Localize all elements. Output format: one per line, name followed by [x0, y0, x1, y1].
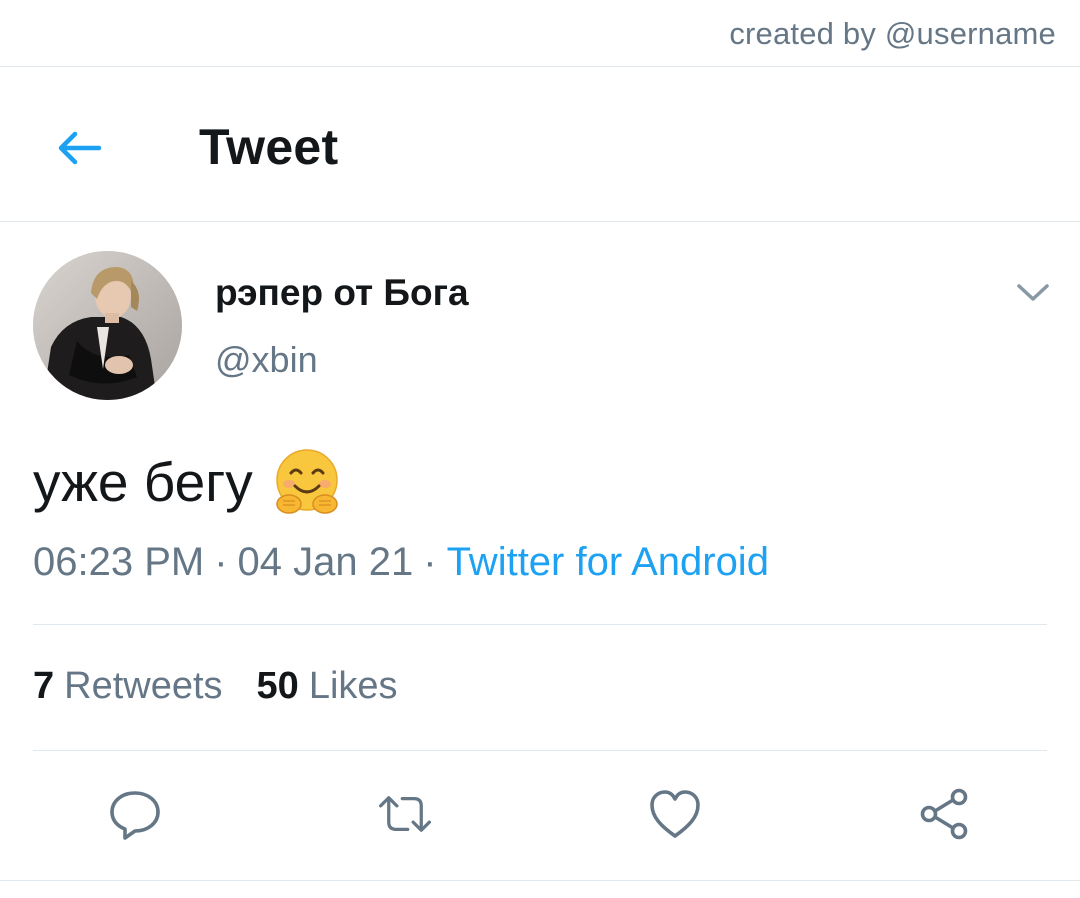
- engagement-stats: 7 Retweets 50 Likes: [33, 665, 398, 708]
- divider: [33, 750, 1047, 751]
- retweets-count: 7: [33, 665, 55, 707]
- retweet-icon: [378, 796, 432, 832]
- like-button[interactable]: [647, 786, 703, 842]
- separator: ·: [423, 540, 437, 584]
- tweet-text: уже бегу: [33, 446, 343, 518]
- share-button[interactable]: [917, 786, 973, 842]
- tweet-meta: 06:23 PM · 04 Jan 21 · Twitter for Android: [33, 540, 769, 585]
- divider: [0, 66, 1080, 67]
- retweets-stat[interactable]: 7 Retweets: [33, 665, 223, 708]
- tweet-source-link[interactable]: Twitter for Android: [447, 540, 769, 584]
- chevron-down-icon: [1017, 284, 1049, 301]
- divider: [33, 624, 1047, 625]
- likes-label: Likes: [308, 665, 398, 707]
- separator: ·: [214, 540, 228, 584]
- tweet-text-content: уже бегу: [33, 451, 253, 513]
- display-name[interactable]: рэпер от Бога: [215, 272, 469, 314]
- avatar[interactable]: [33, 251, 182, 400]
- retweets-label: Retweets: [64, 665, 223, 707]
- share-icon: [920, 788, 968, 840]
- arrow-left-icon: [58, 131, 102, 165]
- profile-photo: [33, 251, 182, 400]
- heart-icon: [650, 790, 700, 838]
- tweet-date: 04 Jan 21: [237, 540, 414, 584]
- tweet-time: 06:23 PM: [33, 540, 205, 584]
- likes-stat[interactable]: 50 Likes: [257, 665, 398, 708]
- retweet-button[interactable]: [377, 786, 433, 842]
- hugging-face-emoji: [276, 449, 338, 514]
- divider: [0, 221, 1080, 222]
- likes-count: 50: [256, 665, 299, 707]
- user-handle[interactable]: @xbin: [215, 339, 318, 381]
- more-options-button[interactable]: [1014, 276, 1052, 310]
- reply-bubble-icon: [110, 791, 160, 840]
- divider: [0, 880, 1080, 881]
- creator-credit: created by @username: [729, 16, 1056, 51]
- reply-button[interactable]: [107, 786, 163, 842]
- back-button[interactable]: [52, 122, 104, 174]
- page-title: Tweet: [199, 119, 339, 175]
